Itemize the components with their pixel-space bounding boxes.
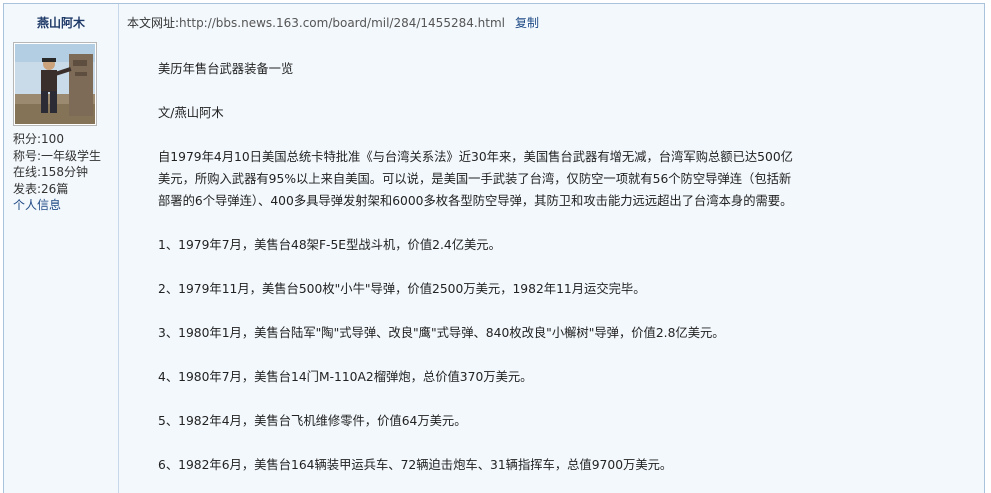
post-frame: 燕山阿木 积分:100 称号:一年级学生 在线:158分钟 发表:26篇 个人信… (3, 3, 985, 493)
list-item: 6、1982年6月，美售台164辆装甲运兵车、72辆迫击炮车、31辆指挥车，总值… (158, 458, 673, 472)
article-url[interactable]: http://bbs.news.163.com/board/mil/284/14… (179, 16, 505, 30)
avatar-photo (15, 44, 95, 124)
article-intro: 自1979年4月10日美国总统卡特批准《与台湾关系法》近30年来，美国售台武器有… (158, 150, 793, 208)
article-title: 美历年售台武器装备一览 (158, 62, 294, 76)
post-content: 本文网址:http://bbs.news.163.com/board/mil/2… (120, 4, 984, 493)
profile-link[interactable]: 个人信息 (13, 197, 101, 214)
article-author: 文/燕山阿木 (158, 106, 224, 120)
author-stats: 积分:100 称号:一年级学生 在线:158分钟 发表:26篇 个人信息 (13, 131, 101, 214)
stat-posts: 发表:26篇 (13, 181, 69, 196)
author-sidebar: 燕山阿木 积分:100 称号:一年级学生 在线:158分钟 发表:26篇 个人信… (4, 4, 119, 493)
article-url-bar: 本文网址:http://bbs.news.163.com/board/mil/2… (127, 14, 539, 31)
copy-url-button[interactable]: 复制 (515, 16, 539, 30)
stat-title: 称号:一年级学生 (13, 148, 102, 163)
stat-online: 在线:158分钟 (13, 165, 88, 179)
author-avatar[interactable] (13, 42, 97, 126)
list-item: 1、1979年7月，美售台48架F-5E型战斗机，价值2.4亿美元。 (158, 238, 501, 252)
list-item: 2、1979年11月，美售台500枚"小牛"导弹，价值2500万美元，1982年… (158, 282, 646, 296)
list-item: 5、1982年4月，美售台飞机维修零件，价值64万美元。 (158, 414, 467, 428)
post-body: 美历年售台武器装备一览 文/燕山阿木 自1979年4月10日美国总统卡特批准《与… (158, 58, 798, 476)
stat-points: 积分:100 (13, 132, 64, 146)
author-name[interactable]: 燕山阿木 (4, 14, 118, 31)
list-item: 4、1980年7月，美售台14门M-110A2榴弹炮，总价值370万美元。 (158, 370, 533, 384)
list-item: 3、1980年1月，美售台陆军"陶"式导弹、改良"鹰"式导弹、840枚改良"小檞… (158, 326, 725, 340)
url-label: 本文网址: (127, 16, 180, 30)
